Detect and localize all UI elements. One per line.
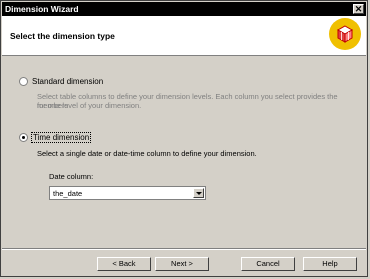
- back-button[interactable]: < Back: [97, 257, 151, 271]
- wizard-content: Standard dimension Select table columns …: [2, 56, 366, 246]
- standard-dimension-description-line2: for one level of your dimension.: [37, 101, 142, 110]
- footer-divider: [2, 248, 366, 250]
- dimension-wizard-window: Dimension Wizard ✕ Select the dimension …: [0, 0, 368, 277]
- cancel-button[interactable]: Cancel: [241, 257, 295, 271]
- standard-dimension-label: Standard dimension: [32, 77, 104, 86]
- window-title: Dimension Wizard: [5, 4, 79, 14]
- next-button[interactable]: Next >: [155, 257, 209, 271]
- date-column-label: Date column:: [49, 172, 94, 181]
- standard-dimension-option[interactable]: Standard dimension: [19, 77, 103, 86]
- time-dimension-label: Time dimension: [30, 132, 92, 143]
- title-bar[interactable]: Dimension Wizard ✕: [2, 2, 366, 16]
- wizard-cube-icon: [329, 18, 361, 50]
- standard-dimension-radio[interactable]: [19, 77, 28, 86]
- date-column-value: the_date: [53, 189, 83, 198]
- wizard-header: Select the dimension type: [2, 16, 366, 56]
- help-button[interactable]: Help: [303, 257, 357, 271]
- close-icon[interactable]: ✕: [353, 4, 364, 14]
- page-title: Select the dimension type: [10, 31, 115, 41]
- date-column-dropdown[interactable]: the_date: [49, 186, 206, 200]
- chevron-down-icon[interactable]: [193, 188, 204, 198]
- time-dimension-radio[interactable]: [19, 133, 28, 142]
- time-dimension-option[interactable]: Time dimension: [19, 132, 92, 143]
- time-dimension-description: Select a single date or date-time column…: [37, 149, 257, 158]
